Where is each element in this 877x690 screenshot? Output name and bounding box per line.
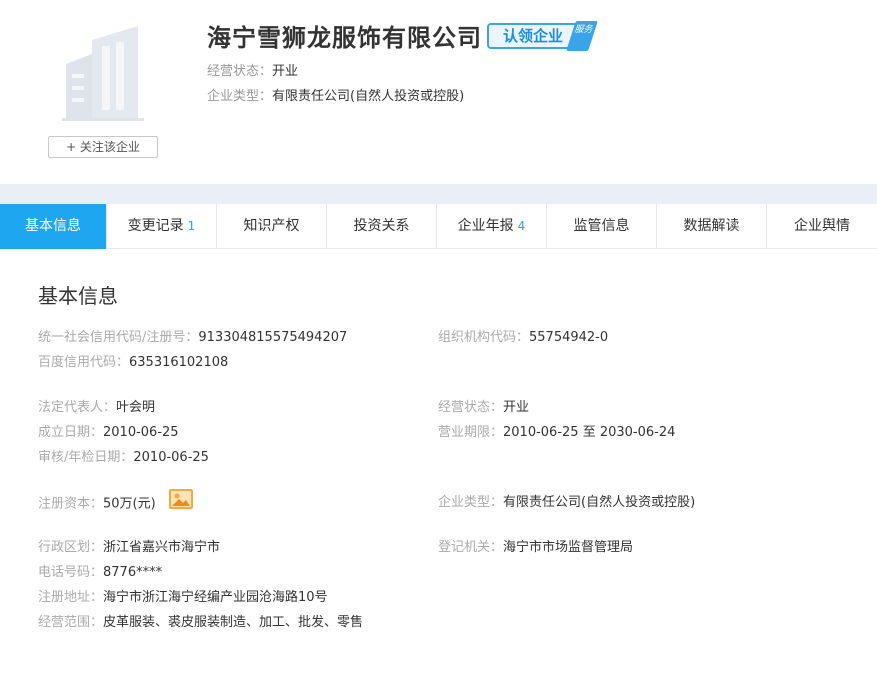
field-value: 8776**** (103, 565, 163, 580)
tab-label: 变更记录 (127, 218, 184, 234)
tab-data-analysis[interactable]: 数据解读 (657, 204, 767, 249)
field-org-code: 组织机构代码：55754942-0 (438, 326, 608, 345)
field-label: 经营范围： (38, 615, 104, 630)
follow-company-button[interactable]: + 关注该企业 (48, 136, 158, 158)
field-label: 注册资本： (38, 496, 104, 512)
tab-basic-info[interactable]: 基本信息 (0, 204, 107, 249)
divider-band (0, 184, 877, 204)
tab-annual-report[interactable]: 企业年报 4 (437, 204, 547, 249)
picture-icon[interactable] (168, 488, 194, 514)
tab-label: 知识产权 (243, 218, 300, 234)
field-label: 组织机构代码： (438, 330, 530, 345)
field-label: 行政区划： (38, 540, 104, 555)
field-value: 有限责任公司(自然人投资或控股) (503, 495, 696, 510)
tab-bar: 基本信息 变更记录 1 知识产权 投资关系 企业年报 4 监管信息 数据解读 企业舆… (0, 204, 877, 249)
header-type: 企业类型：有限责任公司(自然人投资或控股) (207, 85, 464, 104)
field-label: 登记机关： (438, 540, 504, 555)
field-value: 海宁市浙江海宁经编产业园沧海路10号 (103, 590, 328, 605)
field-phone: 电话号码：8776**** (38, 561, 162, 580)
field-label: 注册地址： (38, 590, 104, 605)
tab-change-records[interactable]: 变更记录 1 (107, 204, 217, 249)
field-value: 635316102108 (129, 355, 229, 370)
tab-label: 数据解读 (683, 218, 740, 234)
header-status: 经营状态：开业 (207, 60, 298, 79)
field-label: 电话号码： (38, 565, 104, 580)
field-term: 营业期限：2010-06-25 至 2030-06-24 (438, 421, 675, 440)
field-value: 50万(元) (103, 496, 156, 512)
field-value: 2010-06-25 (103, 425, 179, 440)
field-label: 审核/年检日期： (38, 450, 134, 465)
field-value: 55754942-0 (529, 330, 609, 345)
tab-intellectual-property[interactable]: 知识产权 (217, 204, 327, 249)
field-label: 成立日期： (38, 425, 104, 440)
section-title: 基本信息 (38, 284, 118, 308)
tab-label: 监管信息 (573, 218, 630, 234)
tab-count: 4 (517, 219, 526, 233)
header-type-label: 企业类型： (207, 89, 273, 104)
field-audit-date: 审核/年检日期：2010-06-25 (38, 446, 209, 465)
field-credit-code: 统一社会信用代码/注册号：913304815575494207 (38, 326, 347, 345)
field-baidu-code: 百度信用代码：635316102108 (38, 351, 228, 370)
tab-label: 基本信息 (25, 218, 81, 234)
field-value: 开业 (503, 400, 530, 415)
tab-regulatory[interactable]: 监管信息 (547, 204, 657, 249)
field-label: 营业期限： (438, 425, 504, 440)
header-status-value: 开业 (272, 64, 299, 79)
company-logo-building-icon (48, 18, 158, 128)
tab-label: 投资关系 (353, 218, 410, 234)
tab-count: 1 (187, 219, 196, 233)
field-label: 经营状态： (438, 400, 504, 415)
field-label: 法定代表人： (38, 400, 117, 415)
claim-badge-label: 认领企业 (487, 23, 579, 49)
field-address: 注册地址：海宁市浙江海宁经编产业园沧海路10号 (38, 586, 328, 605)
header-type-value: 有限责任公司(自然人投资或控股) (272, 89, 465, 104)
field-company-type: 企业类型：有限责任公司(自然人投资或控股) (438, 491, 695, 510)
header-status-label: 经营状态： (207, 64, 273, 79)
field-region: 行政区划：浙江省嘉兴市海宁市 (38, 536, 220, 555)
field-label: 企业类型： (438, 495, 504, 510)
field-value: 海宁市市场监督管理局 (503, 540, 634, 555)
field-label: 统一社会信用代码/注册号： (38, 330, 199, 345)
tab-label: 企业年报 (457, 218, 514, 234)
field-value: 浙江省嘉兴市海宁市 (103, 540, 221, 555)
field-business-scope: 经营范围：皮革服装、裘皮服装制造、加工、批发、零售 (38, 611, 363, 630)
field-label: 百度信用代码： (38, 355, 130, 370)
field-value: 2010-06-25 至 2030-06-24 (503, 425, 676, 440)
tab-public-opinion[interactable]: 企业舆情 (767, 204, 877, 249)
field-founded: 成立日期：2010-06-25 (38, 421, 179, 440)
field-value: 叶会明 (116, 400, 156, 415)
claim-enterprise-badge[interactable]: 认领企业 服务 (487, 21, 598, 51)
field-status: 经营状态：开业 (438, 396, 529, 415)
field-capital: 注册资本：50万(元) (38, 488, 194, 517)
company-name: 海宁雪狮龙服饰有限公司 (207, 24, 482, 52)
field-authority: 登记机关：海宁市市场监督管理局 (438, 536, 633, 555)
field-legal-rep: 法定代表人：叶会明 (38, 396, 155, 415)
field-value: 皮革服装、裘皮服装制造、加工、批发、零售 (103, 615, 364, 630)
field-value: 2010-06-25 (133, 450, 209, 465)
tab-label: 企业舆情 (794, 218, 850, 234)
field-value: 913304815575494207 (198, 330, 348, 345)
company-header: + 关注该企业 海宁雪狮龙服饰有限公司 认领企业 服务 经营状态：开业 企业类型… (0, 0, 877, 184)
tab-investment[interactable]: 投资关系 (327, 204, 437, 249)
